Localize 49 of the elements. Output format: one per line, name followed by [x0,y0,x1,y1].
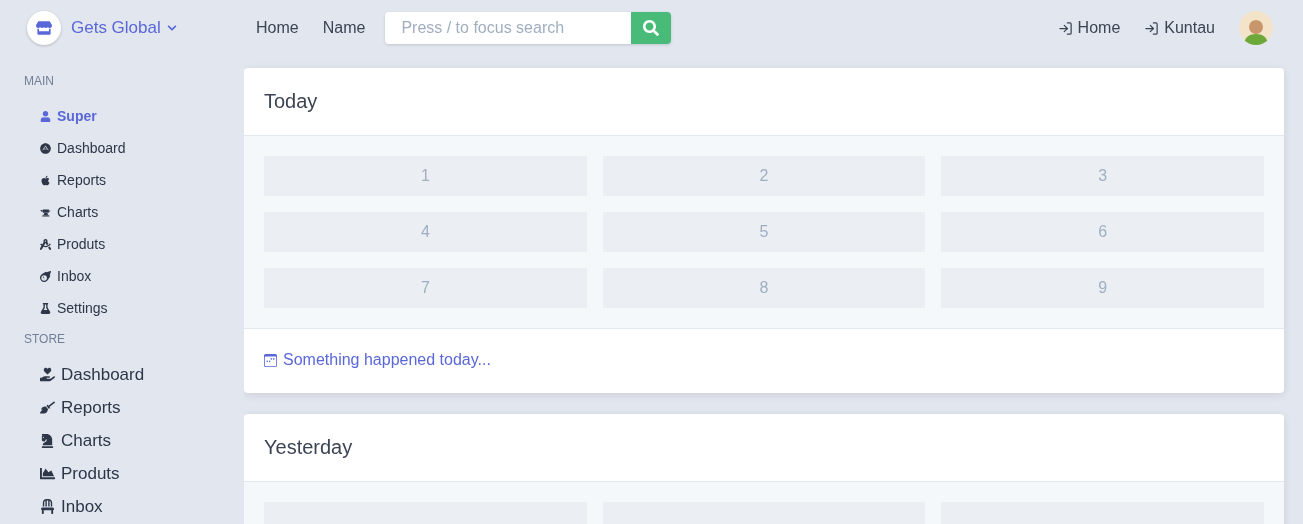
grid-tile: 1 [264,156,587,196]
grid-tile: 4 [264,212,587,252]
grid-tile: 2 [602,156,926,196]
chair-icon [40,499,55,514]
sidebar-item[interactable]: Reports [40,164,244,196]
apple-icon [40,174,51,186]
sign-in-link[interactable]: Home [1057,19,1121,37]
sidebar-item[interactable]: Super [40,100,244,132]
sidebar-item[interactable]: Charts [40,424,244,457]
sidebar-item[interactable]: Reports [40,391,244,424]
brand-dropdown[interactable]: Gets Global [71,18,177,38]
sidebar-item[interactable]: Charts [40,196,244,228]
section-heading: STORE [24,332,67,346]
sidebar-item[interactable]: Dashboard [40,132,244,164]
avatar[interactable] [1239,11,1273,45]
person-icon [40,110,51,122]
area-chart-icon [40,466,55,481]
anvil-icon [40,206,51,218]
flask-icon [40,302,51,314]
calendar-icon [264,353,277,367]
sidebar-item[interactable]: Dashboard [40,358,244,391]
drafting-compass-icon [40,238,51,250]
sidebar-item[interactable]: Settings [40,292,244,324]
grid-tile: 9 [941,268,1264,308]
heart-hand-icon [40,367,55,382]
search-button[interactable] [631,12,672,44]
sidebar-item[interactable]: Produts [40,457,244,490]
comet-icon [40,270,51,282]
grid-tile: 7 [264,268,587,308]
nav-link[interactable]: Name [322,19,366,37]
sidebar-item[interactable]: Inbox [40,260,244,292]
section-heading: MAIN [24,74,55,88]
search-icon [643,20,660,36]
event-link[interactable]: Something happened today... [264,351,491,369]
sidebar-item[interactable]: Inbox [40,490,244,523]
sign-in-link[interactable]: Kuntau [1144,19,1215,37]
store-logo-icon [27,11,61,45]
sign-in-icon [1057,20,1073,36]
chess-knight-icon [40,433,55,448]
sign-in-icon [1144,20,1160,36]
grid-tile: 8 [602,268,926,308]
chevron-down-icon [166,23,177,33]
sidebar-item[interactable]: Produts [40,228,244,260]
grid-tile: 5 [602,212,926,252]
grid-tile: 6 [941,212,1264,252]
card-title: Yesterday [244,413,1284,482]
broom-icon [40,400,55,415]
nav-link[interactable]: Home [256,19,299,37]
grid-tile: 3 [941,156,1264,196]
